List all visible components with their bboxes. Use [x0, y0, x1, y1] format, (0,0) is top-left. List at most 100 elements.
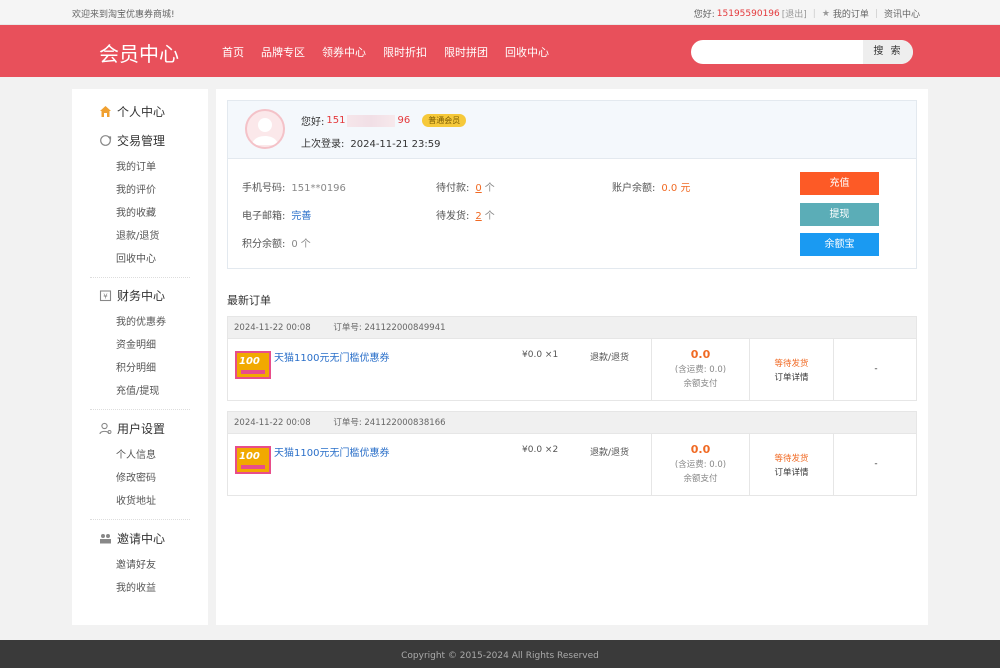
search-button[interactable]: 搜 索	[863, 40, 913, 64]
user-icon	[99, 422, 112, 435]
product-thumbnail[interactable]: 100	[235, 446, 271, 474]
pending-pay-value[interactable]: 0	[475, 183, 481, 194]
nav-home[interactable]: 首页	[222, 44, 244, 60]
balance-label: 账户余额:	[612, 183, 656, 194]
sidebar-item-my-orders[interactable]: 我的订单	[72, 156, 208, 179]
username-start: 151	[326, 115, 346, 126]
product-name-link[interactable]: 天猫1100元无门槛优惠券	[274, 349, 389, 364]
sidebar-group-invite: 邀请中心 邀请好友 我的收益	[72, 528, 208, 600]
order-header: 2024-11-22 00:08 订单号: 241122000849941	[228, 317, 916, 339]
price-qty: ¥0.0 ×1	[522, 350, 559, 360]
sidebar-item-invite-friends[interactable]: 邀请好友	[72, 554, 208, 577]
pending-ship-label: 待发货:	[436, 211, 470, 222]
pending-ship-value[interactable]: 2	[475, 211, 481, 222]
order-extra: -	[874, 459, 878, 469]
yuebao-button[interactable]: 余额宝	[800, 233, 879, 256]
points-row: 积分余额: 0 个	[242, 235, 311, 250]
email-row: 电子邮箱: 完善	[242, 207, 311, 222]
order-date: 2024-11-22 00:08	[234, 418, 311, 428]
sidebar-title-settings[interactable]: 用户设置	[72, 418, 208, 438]
logout-link[interactable]: [退出]	[782, 7, 807, 20]
sidebar-title-label: 邀请中心	[117, 531, 166, 546]
points-unit: 个	[300, 239, 311, 250]
order-body: 100 天猫1100元无门槛优惠券 ¥0.0 ×1 退款/退货 0.0 (含运费…	[228, 339, 916, 400]
phone-value: 151**0196	[291, 183, 346, 194]
last-login-label: 上次登录:	[301, 139, 345, 150]
order-total: 0.0	[690, 443, 711, 456]
refund-link[interactable]: 退款/退货	[590, 445, 629, 458]
order-pay-method: 余额支付	[683, 474, 718, 484]
withdraw-button[interactable]: 提现	[800, 203, 879, 226]
sidebar-item-recharge-withdraw[interactable]: 充值/提现	[72, 380, 208, 403]
username-end: 96	[397, 115, 411, 126]
username-mask	[347, 114, 396, 127]
nav-group-buy[interactable]: 限时拼团	[444, 44, 488, 60]
sidebar-item-favorites[interactable]: 我的收藏	[72, 202, 208, 225]
my-orders-link[interactable]: 我的订单	[833, 7, 869, 20]
order-amount: 0.0 (含运费: 0.0) 余额支付	[652, 443, 749, 484]
order-no-label: 订单号:	[333, 323, 362, 333]
order-pay-method: 余额支付	[683, 379, 718, 389]
avatar[interactable]	[245, 109, 285, 149]
points-value: 0	[291, 239, 298, 250]
sidebar-item-fund-details[interactable]: 资金明细	[72, 334, 208, 357]
nav-brands[interactable]: 品牌专区	[261, 44, 305, 60]
search-box: 搜 索	[691, 40, 913, 64]
sidebar-title-trade[interactable]: 交易管理	[72, 130, 208, 150]
product-thumbnail[interactable]: 100	[235, 351, 271, 379]
star-icon: ★	[821, 8, 830, 19]
order-shipping: (含运费: 0.0)	[674, 365, 727, 375]
order-status: 等待发货 订单详情	[750, 357, 833, 383]
sidebar-group-finance: ¥ 财务中心 我的优惠券 资金明细 积分明细 充值/提现	[72, 285, 208, 403]
sidebar-item-recycle[interactable]: 回收中心	[72, 248, 208, 271]
greeting-line: 您好: 151 96 普通会员	[301, 113, 467, 128]
order-detail-link[interactable]: 订单详情	[750, 371, 833, 383]
nav-discount[interactable]: 限时折扣	[383, 44, 427, 60]
sidebar-item-my-coupons[interactable]: 我的优惠券	[72, 311, 208, 334]
greeting-label: 您好:	[693, 10, 715, 20]
top-bar-right: 您好: 15195590196 [退出] | ★ 我的订单 | 资讯中心	[693, 7, 920, 21]
sidebar-title-finance[interactable]: ¥ 财务中心	[72, 285, 208, 305]
order-date: 2024-11-22 00:08	[234, 323, 311, 333]
sidebar-title-label: 财务中心	[117, 288, 166, 303]
order-shipping: (含运费: 0.0)	[674, 460, 727, 470]
sidebar-item-change-password[interactable]: 修改密码	[72, 467, 208, 490]
search-input[interactable]	[691, 40, 863, 64]
group-icon	[99, 532, 112, 545]
refund-link[interactable]: 退款/退货	[590, 350, 629, 363]
sidebar-item-reviews[interactable]: 我的评价	[72, 179, 208, 202]
nav-recycle[interactable]: 回收中心	[505, 44, 549, 60]
footer: Copyright © 2015-2024 All Rights Reserve…	[0, 640, 1000, 668]
sidebar-title-personal[interactable]: 个人中心	[72, 101, 208, 121]
sidebar-item-my-earnings[interactable]: 我的收益	[72, 577, 208, 600]
order-extra: -	[874, 364, 878, 374]
order-card: 2024-11-22 00:08 订单号: 241122000849941 10…	[227, 316, 917, 401]
sidebar-item-address[interactable]: 收货地址	[72, 490, 208, 513]
thumb-stripe	[241, 370, 265, 374]
order-detail-link[interactable]: 订单详情	[750, 466, 833, 478]
sidebar-item-refund[interactable]: 退款/退货	[72, 225, 208, 248]
news-link[interactable]: 资讯中心	[884, 7, 920, 20]
phone-label: 手机号码:	[242, 183, 286, 194]
pending-pay-row: 待付款: 0 个	[436, 179, 495, 194]
sidebar-group-trade: 交易管理 我的订单 我的评价 我的收藏 退款/退货 回收中心	[72, 130, 208, 271]
order-no: 241122000838166	[364, 418, 446, 428]
order-status-text: 等待发货	[774, 359, 809, 369]
sidebar-item-profile[interactable]: 个人信息	[72, 444, 208, 467]
price-qty: ¥0.0 ×2	[522, 445, 559, 455]
logo[interactable]: 会员中心	[99, 38, 179, 67]
order-no-label: 订单号:	[333, 418, 362, 428]
sidebar-title-invite[interactable]: 邀请中心	[72, 528, 208, 548]
sidebar-item-points-details[interactable]: 积分明细	[72, 357, 208, 380]
recharge-button[interactable]: 充值	[800, 172, 879, 195]
email-complete-link[interactable]: 完善	[291, 211, 311, 222]
member-level-badge: 普通会员	[422, 114, 467, 127]
nav-coupons[interactable]: 领券中心	[322, 44, 366, 60]
order-amount: 0.0 (含运费: 0.0) 余额支付	[652, 348, 749, 389]
thumb-text: 100	[239, 451, 260, 462]
profile-header: 您好: 151 96 普通会员 上次登录: 2024-11-21 23:59	[228, 101, 916, 159]
sidebar-title-label: 个人中心	[117, 104, 166, 119]
hello-label: 您好:	[301, 117, 325, 128]
product-name-link[interactable]: 天猫1100元无门槛优惠券	[274, 444, 389, 459]
order-status-text: 等待发货	[774, 454, 809, 464]
